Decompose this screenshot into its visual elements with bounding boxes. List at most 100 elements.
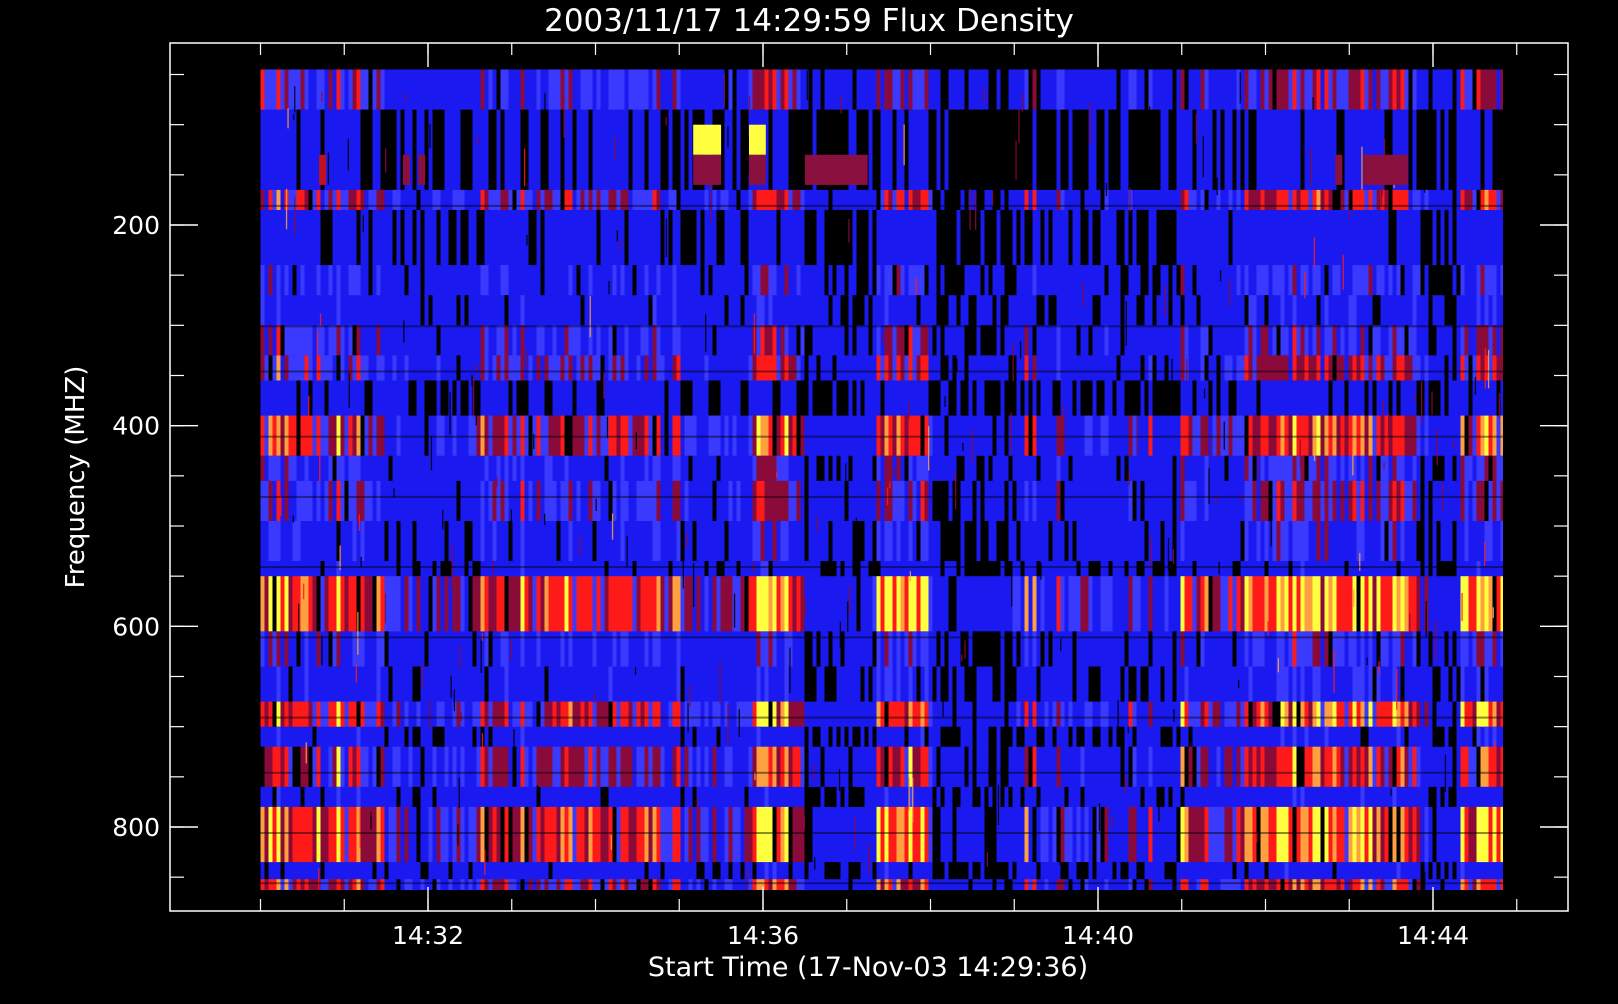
heatmap-cell: [1384, 806, 1389, 863]
heatmap-cell: [1216, 746, 1221, 787]
heatmap-cell: [488, 189, 501, 210]
heatmap-cell: [1472, 701, 1477, 727]
heatmap-cell: [1332, 806, 1337, 863]
heatmap-cell: [1016, 209, 1021, 266]
heatmap-cell: [788, 189, 793, 210]
heatmap-cell: [1404, 325, 1409, 356]
heatmap-cell: [760, 415, 769, 456]
heatmap-streak: [293, 114, 295, 121]
heatmap-cell: [276, 806, 281, 863]
heatmap-cell: [704, 561, 709, 577]
heatmap-cell: [1248, 295, 1257, 326]
heatmap-cell: [324, 380, 329, 416]
heatmap-cell: [1184, 480, 1197, 521]
heatmap-streak: [975, 192, 977, 231]
heatmap-cell: [1292, 806, 1297, 863]
heatmap-cell: [528, 576, 533, 632]
heatmap-streak: [606, 416, 609, 439]
heatmap-cell: [1100, 415, 1109, 456]
heatmap-streak: [1012, 342, 1014, 382]
heatmap-cell: [1252, 455, 1257, 481]
heatmap-cell: [508, 380, 513, 416]
heatmap-cell: [924, 480, 929, 521]
heatmap-cell: [296, 380, 301, 416]
heatmap-streak: [1172, 549, 1175, 564]
heatmap-streak: [775, 471, 778, 478]
heatmap-cell: [624, 209, 629, 266]
heatmap-streak: [1419, 161, 1421, 171]
heatmap-cell: [1460, 746, 1469, 787]
heatmap-cell: [1308, 701, 1313, 727]
heatmap-cell: [1180, 576, 1185, 632]
heatmap-cell: [912, 355, 917, 381]
heatmap-streak: [849, 585, 851, 615]
heatmap-cell: [784, 69, 789, 110]
heatmap-cell: [280, 576, 285, 632]
heatmap-cell: [596, 701, 609, 727]
heatmap-cell: [320, 806, 329, 863]
heatmap-cell: [360, 355, 369, 381]
heatmap-streak: [287, 108, 289, 129]
heatmap-cell: [520, 355, 525, 381]
heatmap-cell: [704, 189, 709, 210]
heatmap-cell: [1356, 415, 1361, 456]
heatmap-cell: [504, 415, 509, 456]
heatmap-cell: [320, 209, 333, 266]
heatmap-cell: [788, 576, 793, 632]
heatmap-cell: [460, 746, 465, 787]
heatmap-cell: [1296, 746, 1305, 787]
heatmap-cell: [532, 576, 537, 632]
heatmap-cell: [1340, 415, 1345, 456]
heatmap-cell: [480, 480, 485, 521]
heatmap-cell: [608, 415, 617, 456]
heatmap-cell: [280, 806, 285, 863]
heatmap-cell: [1036, 295, 1045, 326]
heatmap-cell: [1124, 380, 1141, 416]
heatmap-cell: [260, 265, 265, 296]
heatmap-cell: [712, 862, 721, 880]
heatmap-cell: [264, 355, 269, 381]
heatmap-cell: [1416, 806, 1421, 863]
heatmap-cell: [1144, 380, 1149, 416]
heatmap-cell: [884, 189, 889, 210]
heatmap-cell: [1144, 521, 1149, 562]
heatmap-cell: [972, 380, 977, 416]
heatmap-cell: [1024, 355, 1029, 381]
heatmap-cell: [1272, 521, 1277, 562]
heatmap-cell: [620, 746, 633, 787]
heatmap-cell: [1056, 576, 1061, 632]
heatmap-cell: [604, 576, 609, 632]
heatmap-cell: [1048, 295, 1057, 326]
heatmap-cell: [788, 746, 793, 787]
heatmap-cell: [580, 69, 593, 110]
heatmap-cell: [764, 862, 769, 880]
heatmap-cell: [636, 355, 641, 381]
heatmap-cell: [1292, 265, 1297, 296]
heatmap-cell: [1268, 576, 1277, 632]
heatmap-cell: [308, 746, 313, 787]
heatmap-cell: [628, 701, 633, 727]
heatmap-cell: [1388, 806, 1393, 863]
heatmap-cell: [468, 862, 473, 880]
heatmap-streak: [1312, 97, 1314, 110]
heatmap-cell: [268, 806, 273, 863]
y-tick-label: 200: [112, 211, 160, 240]
heatmap-cell: [620, 480, 629, 521]
heatmap-cell: [1244, 480, 1253, 521]
heatmap-streak: [1011, 561, 1013, 607]
heatmap-cell: [1292, 666, 1297, 702]
heatmap-streak: [355, 662, 357, 683]
heatmap-cell: [1460, 325, 1465, 356]
heatmap-streak: [1124, 775, 1127, 794]
heatmap-cell: [980, 325, 997, 356]
heatmap-cell: [312, 806, 317, 863]
heatmap-cell: [296, 415, 301, 456]
heatmap-cell: [1300, 189, 1309, 210]
heatmap-cell: [1136, 209, 1149, 266]
heatmap-cell: [876, 746, 881, 787]
heatmap-cell: [1232, 109, 1237, 190]
heatmap-cell: [1052, 806, 1057, 863]
heatmap-cell: [356, 415, 361, 456]
heatmap-cell: [420, 209, 425, 266]
heatmap-cell: [1392, 69, 1397, 110]
